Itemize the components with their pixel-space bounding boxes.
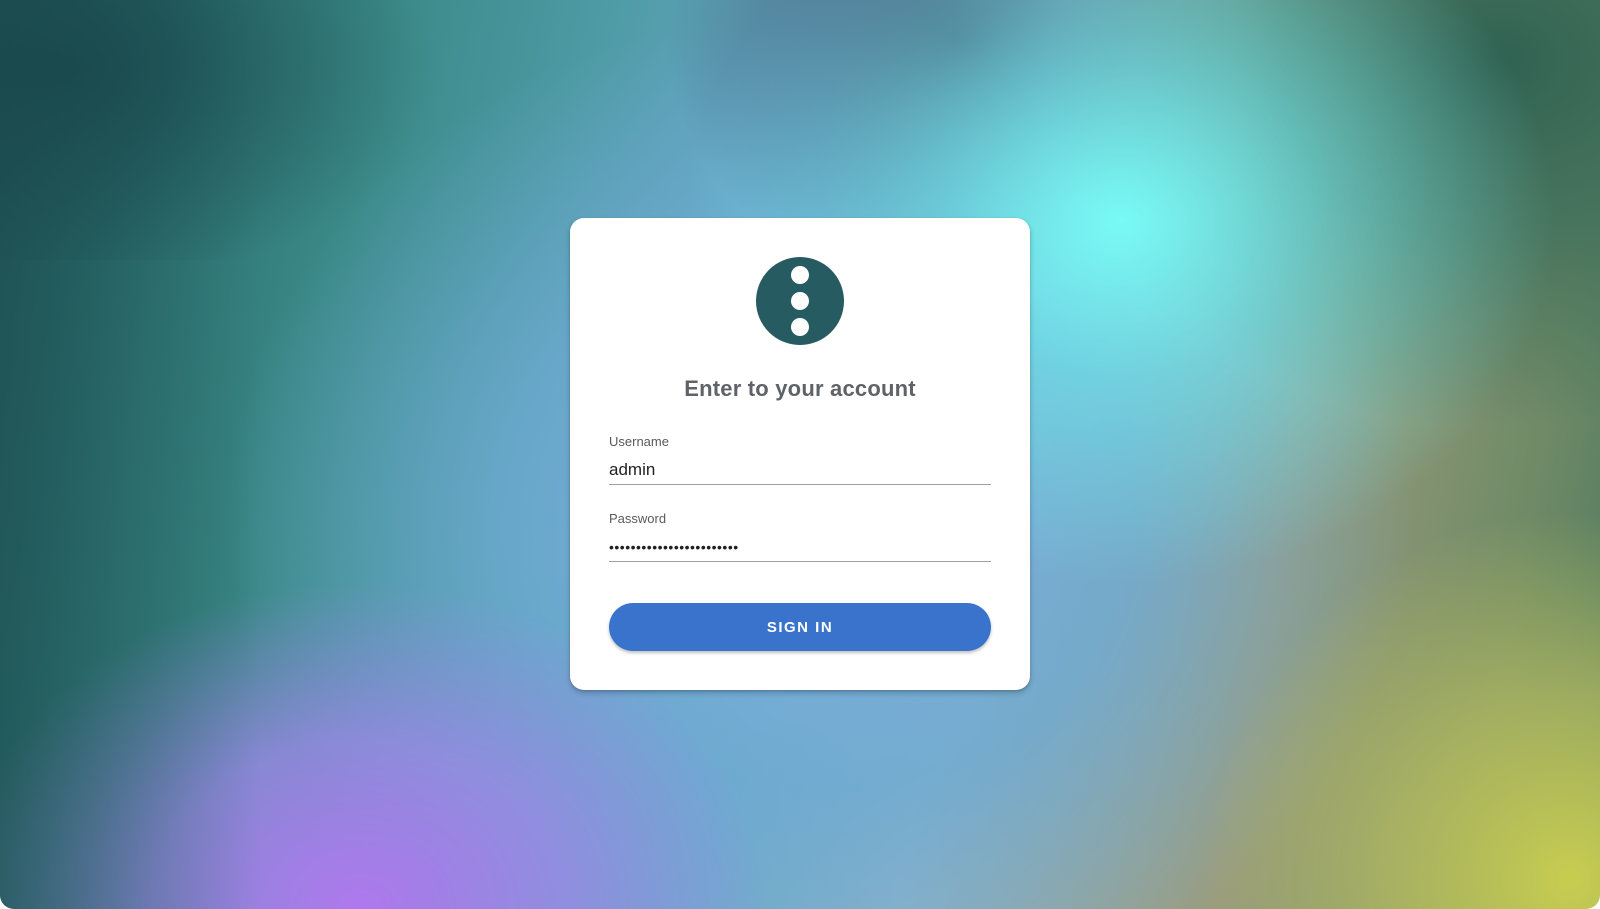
username-field-group: Username	[609, 433, 991, 485]
password-label: Password	[609, 511, 667, 526]
login-card: Enter to your account Username Password …	[570, 218, 1030, 690]
password-field[interactable]	[609, 532, 991, 562]
logo-dot-bottom	[791, 318, 809, 336]
logo-dot-top	[791, 266, 809, 284]
login-screen: Enter to your account Username Password …	[0, 0, 1600, 909]
background-shade-top-left	[0, 0, 600, 260]
password-field-group: Password	[609, 510, 991, 562]
page-title: Enter to your account	[684, 376, 916, 401]
sign-in-button[interactable]: SIGN IN	[609, 603, 991, 651]
vertical-dots-icon	[756, 257, 844, 345]
username-field[interactable]	[609, 455, 991, 485]
logo-dot-middle	[791, 292, 809, 310]
username-label: Username	[609, 434, 669, 449]
